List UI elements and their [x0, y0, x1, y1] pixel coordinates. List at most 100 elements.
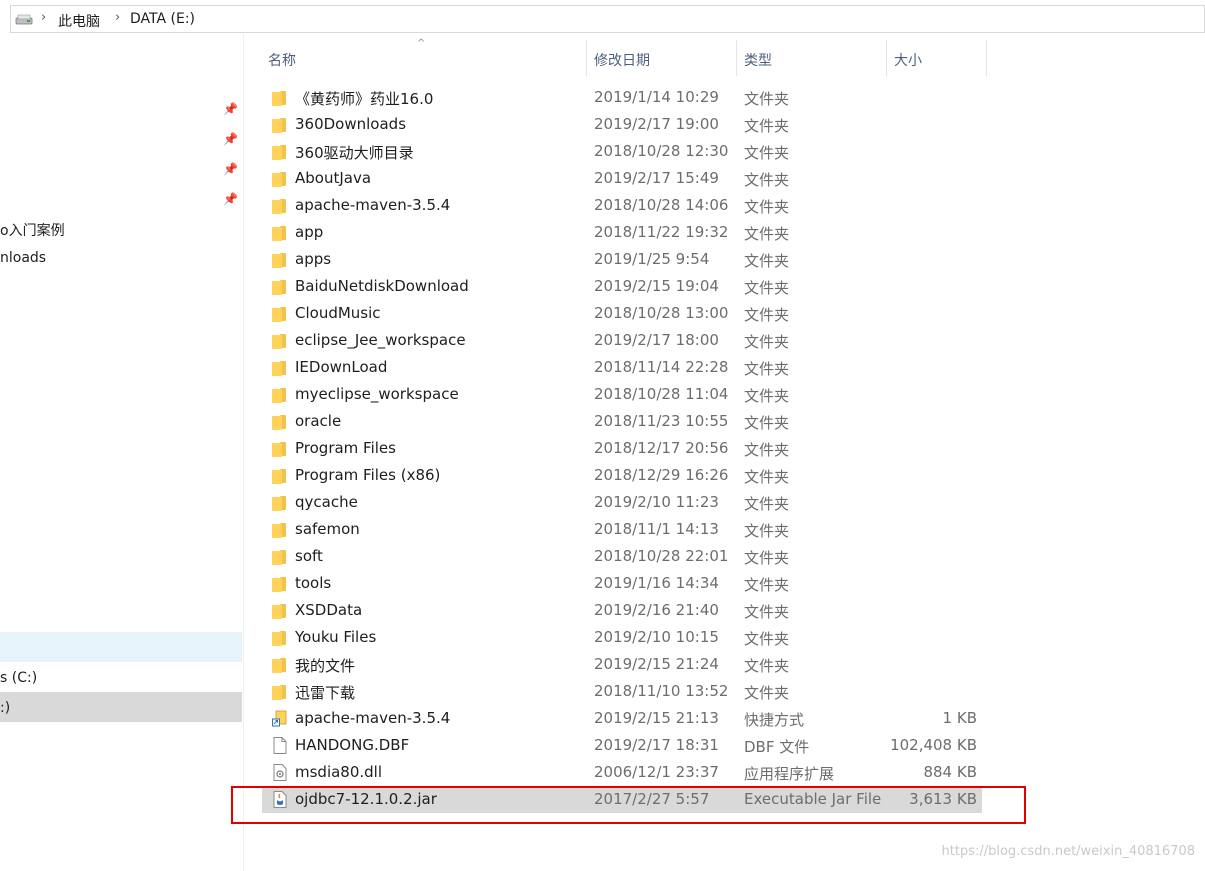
file-name: 我的文件	[295, 657, 356, 675]
folder-icon	[272, 386, 288, 403]
column-header-date[interactable]: 修改日期	[594, 50, 650, 86]
file-type: 快捷方式	[744, 711, 805, 729]
pin-icon[interactable]: 📌	[223, 102, 238, 116]
file-modified-date: 2006/12/1 23:37	[594, 763, 719, 781]
nav-item-downloads[interactable]: nloads	[0, 250, 46, 266]
file-list[interactable]: 《黄药师》药业16.0 2019/1/14 10:29 文件夹 360Download…	[262, 84, 982, 813]
nav-item-quick-access-folder[interactable]: o入门案例	[0, 220, 65, 240]
file-row[interactable]: apps 2019/1/25 9:54 文件夹	[262, 246, 982, 273]
file-row[interactable]: Youku Files 2019/2/10 10:15 文件夹	[262, 624, 982, 651]
pin-icon[interactable]: 📌	[223, 132, 238, 146]
file-type: 文件夹	[744, 171, 790, 189]
file-modified-date: 2018/11/1 14:13	[594, 520, 719, 538]
file-name: oracle	[295, 412, 342, 430]
file-name: Program Files (x86)	[295, 466, 441, 484]
file-name: BaiduNetdiskDownload	[295, 277, 469, 295]
file-modified-date: 2018/10/28 14:06	[594, 196, 729, 214]
nav-item-drive-e[interactable]: :)	[0, 700, 10, 716]
file-row[interactable]: 我的文件 2019/2/15 21:24 文件夹	[262, 651, 982, 678]
file-type: 文件夹	[744, 576, 790, 594]
file-modified-date: 2019/1/16 14:34	[594, 574, 719, 592]
folder-icon	[272, 143, 288, 160]
folder-icon	[272, 224, 288, 241]
file-type: 文件夹	[744, 306, 790, 324]
folder-icon	[272, 116, 288, 133]
folder-icon	[272, 197, 288, 214]
nav-item-this-pc-highlight[interactable]	[0, 632, 242, 662]
column-header-type[interactable]: 类型	[744, 50, 772, 86]
file-type: 文件夹	[744, 333, 790, 351]
chevron-right-icon[interactable]: ›	[115, 10, 120, 25]
file-row[interactable]: 迅雷下载 2018/11/10 13:52 文件夹	[262, 678, 982, 705]
file-row[interactable]: soft 2018/10/28 22:01 文件夹	[262, 543, 982, 570]
dll-icon	[272, 764, 288, 781]
file-type: 文件夹	[744, 522, 790, 540]
folder-icon	[272, 467, 288, 484]
file-icon	[272, 737, 288, 754]
file-row[interactable]: apache-maven-3.5.4 2018/10/28 14:06 文件夹	[262, 192, 982, 219]
folder-icon	[272, 305, 288, 322]
file-type: 文件夹	[744, 441, 790, 459]
file-name: myeclipse_workspace	[295, 385, 459, 403]
address-bar[interactable]: › 此电脑 › DATA (E:)	[10, 5, 1205, 33]
file-row[interactable]: safemon 2018/11/1 14:13 文件夹	[262, 516, 982, 543]
file-name: AboutJava	[295, 169, 372, 187]
chevron-right-icon[interactable]: ›	[41, 10, 46, 25]
file-row[interactable]: qycache 2019/2/10 11:23 文件夹	[262, 489, 982, 516]
file-row[interactable]: oracle 2018/11/23 10:55 文件夹	[262, 408, 982, 435]
file-name: apache-maven-3.5.4	[295, 709, 451, 727]
nav-item-drive-e-selected[interactable]	[0, 692, 242, 722]
file-row[interactable]: apache-maven-3.5.4 2019/2/15 21:13 快捷方式 1 K…	[262, 705, 982, 732]
file-row[interactable]: XSDData 2019/2/16 21:40 文件夹	[262, 597, 982, 624]
pin-icon[interactable]: 📌	[223, 192, 238, 206]
folder-icon	[272, 440, 288, 457]
file-row[interactable]: BaiduNetdiskDownload 2019/2/15 19:04 文件夹	[262, 273, 982, 300]
file-type: 文件夹	[744, 414, 790, 432]
folder-icon	[272, 278, 288, 295]
column-divider[interactable]	[736, 40, 737, 76]
folder-icon	[272, 413, 288, 430]
file-name: eclipse_Jee_workspace	[295, 331, 466, 349]
file-type: 文件夹	[744, 90, 790, 108]
file-modified-date: 2018/11/14 22:28	[594, 358, 729, 376]
file-name: tools	[295, 574, 332, 592]
file-name: apache-maven-3.5.4	[295, 196, 451, 214]
column-divider[interactable]	[886, 40, 887, 76]
column-divider[interactable]	[986, 40, 987, 76]
file-row[interactable]: CloudMusic 2018/10/28 13:00 文件夹	[262, 300, 982, 327]
file-row[interactable]: AboutJava 2019/2/17 15:49 文件夹	[262, 165, 982, 192]
file-row[interactable]: msdia80.dll 2006/12/1 23:37 应用程序扩展 884 KB	[262, 759, 982, 786]
file-row[interactable]: app 2018/11/22 19:32 文件夹	[262, 219, 982, 246]
file-size: 884 KB	[923, 763, 977, 781]
file-row[interactable]: IEDownLoad 2018/11/14 22:28 文件夹	[262, 354, 982, 381]
file-type: 文件夹	[744, 279, 790, 297]
file-modified-date: 2019/2/15 21:24	[594, 655, 719, 673]
file-row[interactable]: Program Files (x86) 2018/12/29 16:26 文件夹	[262, 462, 982, 489]
sort-ascending-icon: ^	[417, 38, 426, 49]
file-row[interactable]: 《黄药师》药业16.0 2019/1/14 10:29 文件夹	[262, 84, 982, 111]
file-modified-date: 2018/12/17 20:56	[594, 439, 729, 457]
folder-icon	[272, 602, 288, 619]
file-row[interactable]: myeclipse_workspace 2018/10/28 11:04 文件夹	[262, 381, 982, 408]
column-divider[interactable]	[586, 40, 587, 76]
nav-item-drive-c[interactable]: s (C:)	[0, 670, 37, 686]
breadcrumb-data-drive[interactable]: DATA (E:)	[130, 11, 195, 27]
watermark: https://blog.csdn.net/weixin_40816708	[941, 844, 1195, 859]
navigation-pane[interactable]: 📌 📌 📌 📌 o入门案例 nloads s (C:) :)	[0, 34, 242, 871]
file-row[interactable]: tools 2019/1/16 14:34 文件夹	[262, 570, 982, 597]
pane-divider[interactable]	[243, 34, 244, 871]
file-row[interactable]: eclipse_Jee_workspace 2019/2/17 18:00 文件夹	[262, 327, 982, 354]
file-modified-date: 2018/10/28 11:04	[594, 385, 729, 403]
column-header-size[interactable]: 大小	[894, 50, 922, 86]
file-row[interactable]: Program Files 2018/12/17 20:56 文件夹	[262, 435, 982, 462]
file-row[interactable]: HANDONG.DBF 2019/2/17 18:31 DBF 文件 102,408 …	[262, 732, 982, 759]
file-row[interactable]: 360Downloads 2019/2/17 19:00 文件夹	[262, 111, 982, 138]
pin-icon[interactable]: 📌	[223, 162, 238, 176]
breadcrumb-this-pc[interactable]: 此电脑	[58, 11, 100, 31]
file-row[interactable]: 360驱动大师目录 2018/10/28 12:30 文件夹	[262, 138, 982, 165]
column-header-name[interactable]: 名称	[268, 50, 296, 86]
file-modified-date: 2019/2/15 21:13	[594, 709, 719, 727]
file-name: soft	[295, 547, 323, 565]
file-modified-date: 2018/11/10 13:52	[594, 682, 729, 700]
file-modified-date: 2019/1/14 10:29	[594, 88, 719, 106]
